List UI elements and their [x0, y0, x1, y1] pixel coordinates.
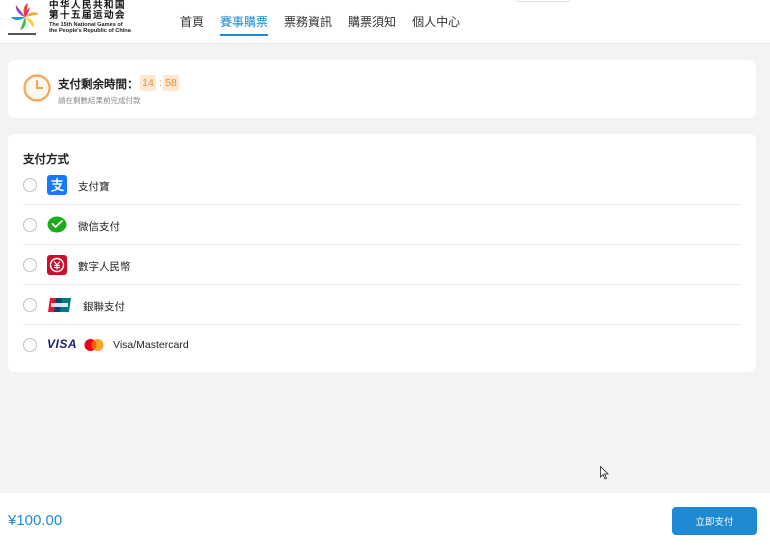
- alipay-label: 支付寶: [78, 181, 110, 193]
- alipay-icon: [47, 175, 67, 195]
- timer-label: 支付剩余時間：: [58, 79, 139, 91]
- wechat-label: 微信支付: [78, 221, 120, 233]
- main-nav: 首頁 賽事購票 票務資訊 購票須知 個人中心: [180, 0, 476, 44]
- unionpay-icon: [48, 298, 71, 312]
- clock-icon: [23, 74, 51, 102]
- wechat-radio[interactable]: [23, 218, 37, 232]
- digital-rmb-radio[interactable]: [23, 258, 37, 272]
- games-logo[interactable]: 中华人民共和国 第十五届运动会 The 15th National Games …: [8, 0, 133, 40]
- digital-rmb-label: 數字人民幣: [78, 261, 131, 273]
- mouse-cursor-icon: [600, 466, 609, 480]
- timer-seconds: 58: [163, 75, 179, 91]
- logo-title-en-line2: the People's Republic of China: [49, 28, 131, 35]
- nav-user-center[interactable]: 個人中心: [412, 0, 460, 44]
- top-edge-tab: [515, 0, 571, 2]
- top-header: 中华人民共和国 第十五届运动会 The 15th National Games …: [0, 0, 770, 44]
- nav-ticket-info[interactable]: 票務資訊: [284, 0, 332, 44]
- logo-title-cn: 中华人民共和国 第十五届运动会: [49, 0, 127, 21]
- payment-option-digital-rmb[interactable]: 數字人民幣: [23, 245, 741, 285]
- nav-tickets[interactable]: 賽事購票: [220, 0, 269, 44]
- payment-option-visa-mastercard[interactable]: VISA Visa/Mastercard: [23, 325, 741, 365]
- digital-rmb-icon: [47, 255, 67, 275]
- payment-timer-card: 支付剩余時間： 14 : 58 請在剩數結果前完成付款: [8, 60, 756, 118]
- nav-purchase-notice[interactable]: 購票須知: [348, 0, 396, 44]
- unionpay-radio[interactable]: [23, 298, 37, 312]
- timer-hint: 請在剩數結果前完成付款: [58, 96, 141, 105]
- logo-text: 中华人民共和国 第十五届运动会 The 15th National Games …: [49, 1, 131, 35]
- checkout-bar: ¥100.00 立即支付: [0, 493, 770, 549]
- pay-now-button[interactable]: 立即支付: [672, 507, 757, 535]
- visa-mastercard-label: Visa/Mastercard: [113, 339, 189, 351]
- wechat-pay-icon: [47, 216, 67, 233]
- unionpay-label: 銀聯支付: [83, 301, 125, 313]
- payment-option-wechat[interactable]: 微信支付: [23, 205, 741, 245]
- timer-minutes: 14: [140, 75, 156, 91]
- timer-separator: :: [159, 77, 162, 89]
- nav-home[interactable]: 首頁: [180, 0, 204, 44]
- visa-icon: VISA: [47, 337, 78, 351]
- payment-option-alipay[interactable]: 支付寶: [23, 165, 741, 205]
- logo-submark: [8, 32, 44, 36]
- mastercard-icon: [84, 339, 104, 351]
- payment-methods-card: 支付方式 支付寶 微信支付 數字人民幣 銀聯支付 VISA Visa/Maste…: [8, 134, 756, 372]
- visa-mastercard-radio[interactable]: [23, 338, 37, 352]
- payment-option-unionpay[interactable]: 銀聯支付: [23, 285, 741, 325]
- alipay-radio[interactable]: [23, 178, 37, 192]
- total-price: ¥100.00: [8, 512, 63, 529]
